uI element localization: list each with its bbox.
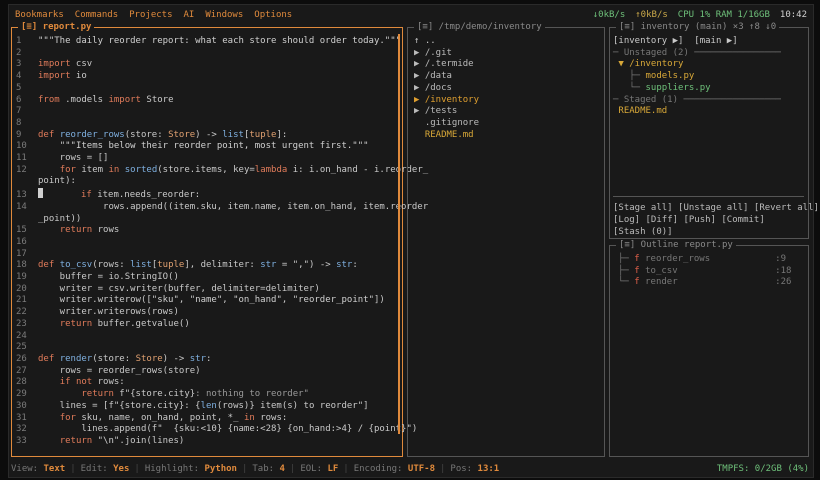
unstage-all-button[interactable]: [Unstage all] <box>678 203 748 213</box>
file-tree: ↑ .. ▶ /.git ▶ /.termide ▶ /data ▶ /docs… <box>414 36 479 141</box>
git-nav[interactable]: [inventory ▶] [main ▶] <box>613 36 738 46</box>
system-info: ↓0kB/s ↑0kB/s CPU 1% RAM 1/16GB 10:42 <box>593 10 807 20</box>
editor-title[interactable]: [≡] report.py <box>18 22 95 33</box>
status-eol-label: EOL: <box>300 464 323 474</box>
text-cursor <box>38 188 43 199</box>
status-edit-label: Edit: <box>80 464 108 474</box>
editor-scrollbar[interactable] <box>398 34 400 434</box>
menu-windows[interactable]: Windows <box>205 10 243 20</box>
status-view-label: View: <box>11 464 39 474</box>
menu-projects[interactable]: Projects <box>129 10 172 20</box>
tree-item-tests[interactable]: ▶ /tests <box>414 106 457 116</box>
staged-header: ─ Staged (1) ────────────────── <box>613 94 781 105</box>
tree-item-docs[interactable]: ▶ /docs <box>414 83 452 93</box>
net-down-readout: ↓0kB/s <box>592 10 626 20</box>
menu-commands[interactable]: Commands <box>75 10 118 20</box>
outline-title[interactable]: [≡] Outline report.py <box>616 240 736 251</box>
git-title[interactable]: [≡] inventory (main) ×3 ↑8 ↓0 <box>616 22 780 33</box>
outline-list: ├─ f reorder_rows :9 ├─ f to_csv :18 └─ … <box>618 254 792 288</box>
outline-pane[interactable]: [≡] Outline report.py ├─ f reorder_rows … <box>609 240 809 457</box>
unstaged-header: ─ Unstaged (2) ──────────────── <box>613 47 781 58</box>
push-button[interactable]: [Push] <box>683 215 716 225</box>
commit-button[interactable]: [Commit] <box>721 215 764 225</box>
menu-bookmarks[interactable]: Bookmarks <box>15 10 64 20</box>
unstaged-file-models[interactable]: models.py <box>646 71 695 81</box>
cpu-ram-readout: CPU 1% RAM 1/16GB <box>677 10 770 20</box>
log-button[interactable]: [Log] <box>613 215 640 225</box>
tree-item-gitignore[interactable]: .gitignore <box>414 118 479 128</box>
tree-item-inventory[interactable]: ▶ /inventory <box>414 95 479 105</box>
status-tab-label: Tab: <box>252 464 275 474</box>
stash-button[interactable]: [Stash (0)] <box>613 227 673 237</box>
file-tree-pane[interactable]: [≡] /tmp/demo/inventory ↑ .. ▶ /.git ▶ /… <box>407 22 605 457</box>
status-view-value: Text <box>43 464 66 474</box>
terminal-screen: Bookmarks Commands Projects AI Windows O… <box>8 4 819 478</box>
unstaged-file-suppliers[interactable]: suppliers.py <box>646 83 711 93</box>
status-pos-value: 13:1 <box>477 464 500 474</box>
status-highlight-value: Python <box>204 464 237 474</box>
unstaged-folder-inventory[interactable]: ▼ /inventory <box>613 59 683 69</box>
tree-item-data[interactable]: ▶ /data <box>414 71 452 81</box>
menu-bar: Bookmarks Commands Projects AI Windows O… <box>15 9 807 21</box>
tree-item-git[interactable]: ▶ /.git <box>414 48 452 58</box>
status-eol-value: LF <box>327 464 339 474</box>
staged-file-readme[interactable]: README.md <box>613 106 667 116</box>
git-status: [inventory ▶] [main ▶] ─ Unstaged (2) ──… <box>613 36 781 117</box>
status-bar: View: Text | Edit: Yes | Highlight: Pyth… <box>11 464 809 474</box>
git-pane[interactable]: [≡] inventory (main) ×3 ↑8 ↓0 [inventory… <box>609 22 819 239</box>
diff-button[interactable]: [Diff] <box>646 215 679 225</box>
file-tree-title[interactable]: [≡] /tmp/demo/inventory <box>414 22 545 33</box>
status-tmpfs: TMPFS: 0/2GB (4%) <box>716 464 809 474</box>
git-divider <box>613 196 804 197</box>
net-up-readout: ↑0kB/s <box>635 10 668 20</box>
code-view[interactable]: 1 """The daily reorder report: what each … <box>14 36 428 448</box>
tree-item-parent[interactable]: ↑ .. <box>414 36 436 46</box>
stage-all-button[interactable]: [Stage all] <box>613 203 673 213</box>
status-encoding-value: UTF-8 <box>407 464 435 474</box>
status-highlight-label: Highlight: <box>144 464 200 474</box>
menu-options[interactable]: Options <box>254 10 292 20</box>
revert-all-button[interactable]: [Revert all] <box>754 203 819 213</box>
status-tab-value: 4 <box>279 464 285 474</box>
status-encoding-label: Encoding: <box>353 464 403 474</box>
status-pos-label: Pos: <box>450 464 473 474</box>
tree-item-termide[interactable]: ▶ /.termide <box>414 59 474 69</box>
menu-ai[interactable]: AI <box>184 10 195 20</box>
status-edit-value: Yes <box>113 464 130 474</box>
editor-pane[interactable]: [≡] report.py 1 """The daily reorder repo… <box>11 22 428 457</box>
tree-item-readme[interactable]: README.md <box>414 130 474 140</box>
clock: 10:42 <box>779 10 807 20</box>
git-actions: [Stage all] [Unstage all] [Revert all] [… <box>613 202 819 238</box>
